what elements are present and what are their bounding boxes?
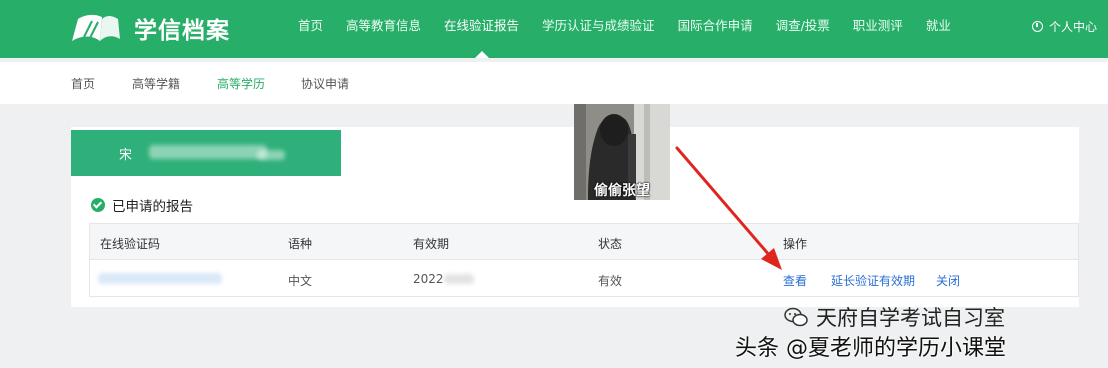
header-verification-code: 在线验证码 bbox=[100, 237, 161, 251]
sub-navigation: 首页 高等学籍 高等学历 协议申请 bbox=[0, 62, 1108, 104]
close-link[interactable]: 关闭 bbox=[936, 272, 960, 289]
wechat-icon bbox=[784, 307, 808, 327]
extend-validity-link[interactable]: 延长验证有效期 bbox=[831, 272, 915, 289]
user-banner: 宋 bbox=[71, 130, 341, 176]
top-navigation-bar: 学信档案 首页 高等教育信息 在线验证报告 学历认证与成绩验证 国际合作申请 调… bbox=[0, 0, 1108, 58]
nav-career-assessment[interactable]: 职业测评 bbox=[853, 0, 903, 58]
view-link[interactable]: 查看 bbox=[783, 272, 807, 289]
subnav-degree[interactable]: 高等学历 bbox=[217, 75, 265, 92]
nav-employment[interactable]: 就业 bbox=[926, 0, 951, 58]
redacted-name bbox=[149, 145, 267, 159]
nav-online-verification-report[interactable]: 在线验证报告 bbox=[444, 0, 519, 58]
report-table: 在线验证码 语种 有效期 状态 操作 中文 2022 有效 查看 延长验证有效期… bbox=[89, 223, 1079, 297]
subnav-home[interactable]: 首页 bbox=[71, 75, 95, 92]
logo-text: 学信档案 bbox=[134, 18, 230, 44]
book-logo-icon bbox=[72, 14, 120, 41]
logo[interactable]: 学信档案 bbox=[70, 10, 230, 46]
watermark-account-text: 天府自学考试自习室 bbox=[816, 306, 1005, 330]
nav-higher-education-info[interactable]: 高等教育信息 bbox=[346, 0, 421, 58]
power-icon bbox=[1032, 20, 1043, 32]
watermark-author: 头条 @夏老师的学历小课堂 bbox=[735, 336, 1006, 361]
header-language: 语种 bbox=[288, 237, 313, 251]
nav-degree-certification[interactable]: 学历认证与成绩验证 bbox=[542, 0, 655, 58]
row-status: 有效 bbox=[598, 274, 623, 288]
header-expiry: 有效期 bbox=[413, 237, 450, 251]
check-circle-icon bbox=[91, 198, 105, 212]
watermark-account: 天府自学考试自习室 bbox=[784, 302, 1005, 332]
nav-survey-vote[interactable]: 调查/投票 bbox=[776, 0, 830, 58]
sticker-caption: 偷偷张望 bbox=[594, 183, 650, 199]
redacted-id bbox=[257, 150, 285, 160]
nav-international-cooperation[interactable]: 国际合作申请 bbox=[678, 0, 753, 58]
header-actions: 操作 bbox=[783, 237, 808, 251]
user-name-initial: 宋 bbox=[119, 148, 133, 163]
redacted-expiry-date bbox=[444, 274, 474, 284]
row-expiry: 2022 bbox=[413, 272, 444, 286]
redacted-verification-code bbox=[98, 273, 222, 284]
subnav-enrollment[interactable]: 高等学籍 bbox=[132, 75, 180, 92]
header-status: 状态 bbox=[598, 237, 623, 251]
table-header: 在线验证码 语种 有效期 状态 操作 bbox=[90, 224, 1078, 260]
sticker-image: 偷偷张望 bbox=[574, 104, 670, 200]
nav-home[interactable]: 首页 bbox=[298, 0, 323, 58]
row-language: 中文 bbox=[288, 274, 313, 288]
section-title-text: 已申请的报告 bbox=[112, 199, 193, 215]
user-center-link[interactable]: 个人中心 bbox=[1032, 0, 1097, 52]
main-nav: 首页 高等教育信息 在线验证报告 学历认证与成绩验证 国际合作申请 调查/投票 … bbox=[298, 0, 974, 58]
user-center-label: 个人中心 bbox=[1049, 19, 1098, 34]
subnav-agreement-application[interactable]: 协议申请 bbox=[301, 75, 349, 92]
section-title: 已申请的报告 bbox=[91, 195, 193, 215]
